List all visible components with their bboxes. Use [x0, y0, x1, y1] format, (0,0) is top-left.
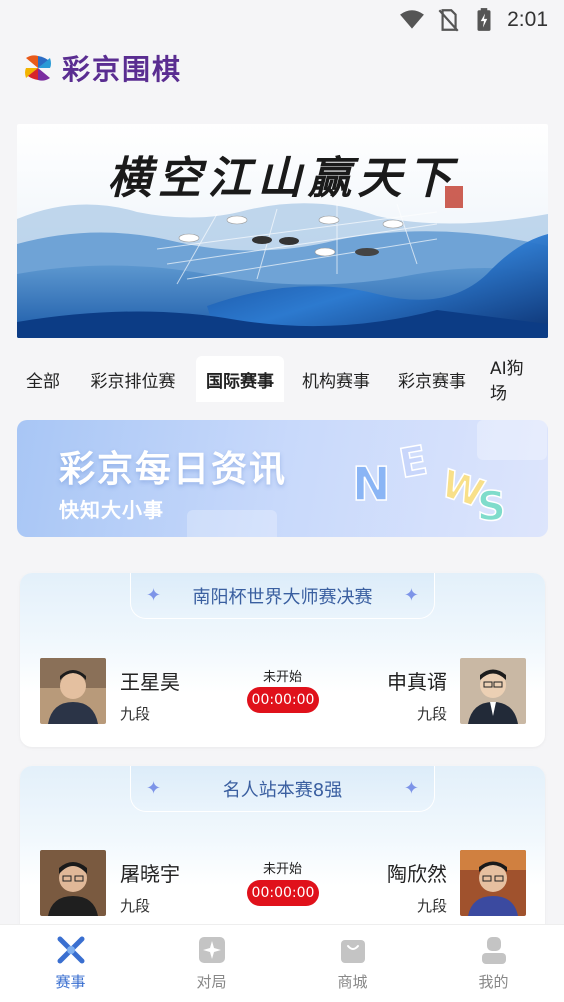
match-title: 名人站本赛8强: [222, 779, 343, 801]
nav-label: 我的: [478, 973, 509, 991]
sparkle-icon: ✦: [403, 778, 419, 799]
status-time: 2:01: [507, 8, 548, 31]
countdown-timer: 00:00:00: [247, 880, 319, 906]
sparkle-icon: ✦: [146, 585, 162, 606]
category-tabs: 全部 彩京排位赛 国际赛事 机构赛事 彩京赛事 AI狗场: [0, 356, 564, 404]
svg-text:N: N: [352, 457, 391, 511]
match-title: 南阳杯世界大师赛决赛: [192, 586, 373, 608]
battery-charging-icon: [477, 8, 491, 31]
news-banner-subtitle: 快知大小事: [59, 498, 164, 522]
shopping-bag-icon: [340, 940, 365, 963]
go-board-icon: [198, 937, 225, 963]
match-title-plate: 南阳杯世界大师赛决赛: [130, 573, 435, 619]
hero-banner[interactable]: 横空江山赢天下: [17, 124, 548, 338]
wifi-icon: [400, 10, 425, 29]
nav-label: 商城: [337, 973, 368, 991]
player-rank-right: 九段: [416, 705, 447, 723]
match-title-plate: 名人站本赛8强: [130, 766, 435, 812]
nav-label: 对局: [196, 973, 227, 991]
match-card[interactable]: 南阳杯世界大师赛决赛 ✦ ✦ 王星昊 九段 未开始 00:00:00 申真谞 九…: [20, 573, 545, 747]
player-photo-right: [460, 658, 526, 724]
tab-international[interactable]: 国际赛事: [196, 356, 284, 402]
player-name-right: 申真谞: [387, 670, 447, 694]
nav-profile[interactable]: 我的: [423, 925, 564, 1002]
app-header: 彩京围棋: [22, 48, 182, 88]
player-rank-left: 九段: [120, 897, 151, 915]
sparkle-icon: ✦: [403, 585, 419, 606]
tab-all[interactable]: 全部: [16, 356, 70, 402]
nav-games[interactable]: 对局: [141, 925, 282, 1002]
tab-institution[interactable]: 机构赛事: [292, 356, 380, 402]
svg-text:E: E: [396, 438, 431, 488]
svg-text:S: S: [477, 484, 506, 530]
daily-news-banner[interactable]: N E W S 彩京每日资讯 快知大小事: [17, 420, 548, 537]
countdown-timer: 00:00:00: [247, 687, 319, 713]
nav-events[interactable]: 赛事: [0, 925, 141, 1002]
nav-label: 赛事: [55, 973, 86, 991]
pinwheel-logo-icon: [25, 55, 51, 81]
news-banner-title: 彩京每日资讯: [59, 449, 288, 490]
tab-ai-arena[interactable]: AI狗场: [480, 356, 550, 404]
banner-calligraphy: 横空江山赢天下: [107, 153, 458, 204]
crossed-swords-icon: [57, 936, 84, 964]
player-photo-right: [460, 850, 526, 916]
app-title: 彩京围棋: [62, 53, 183, 86]
tab-caijing-ranking[interactable]: 彩京排位赛: [78, 356, 188, 402]
player-name-right: 陶欣然: [387, 862, 447, 886]
user-profile-icon: [481, 937, 506, 964]
match-card[interactable]: 名人站本赛8强 ✦ ✦ 屠晓宇 九段 未开始 00:00:00 陶欣然 九段: [20, 766, 545, 940]
nav-store[interactable]: 商城: [282, 925, 423, 1002]
tab-caijing-events[interactable]: 彩京赛事: [388, 356, 476, 402]
player-rank-right: 九段: [416, 897, 447, 915]
player-rank-left: 九段: [120, 705, 151, 723]
sparkle-icon: ✦: [146, 778, 162, 799]
status-bar: 2:01: [0, 0, 564, 40]
no-sim-icon: [438, 9, 459, 32]
bottom-navigation: 赛事 对局 商城 我的: [0, 924, 564, 1002]
